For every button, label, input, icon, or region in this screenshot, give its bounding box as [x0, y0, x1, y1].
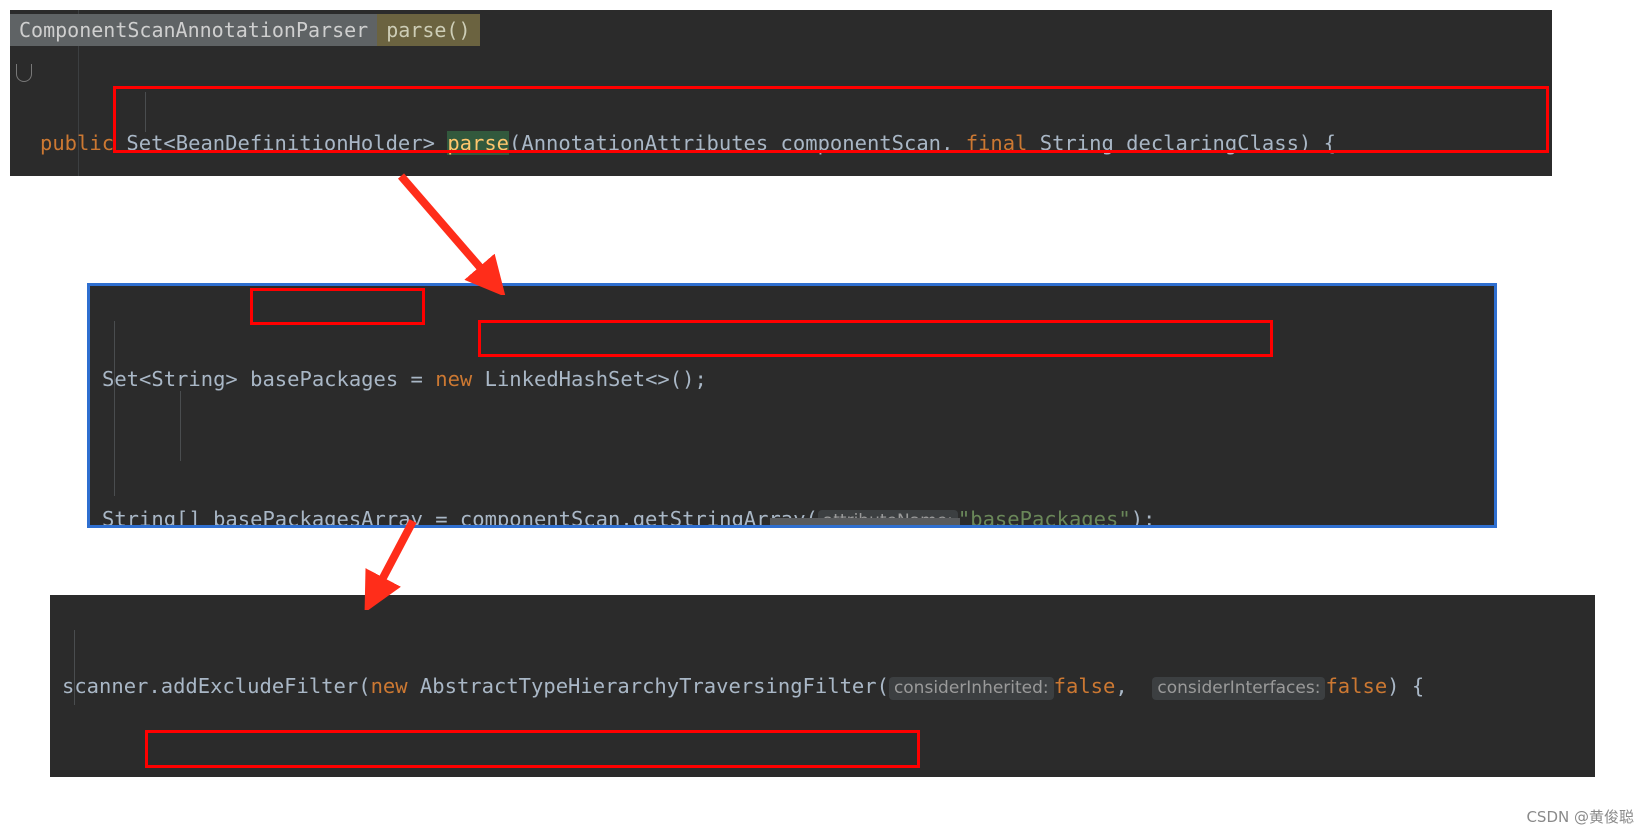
- keyword-false: false: [1325, 674, 1388, 698]
- code-text: (AnnotationAttributes componentScan,: [509, 131, 966, 155]
- breadcrumb: ComponentScanAnnotationParser parse(): [10, 14, 480, 46]
- arrow-line: [397, 173, 506, 295]
- keyword-new: new: [435, 367, 473, 391]
- screenshot-root: public Set<BeanDefinitionHolder> parse(A…: [0, 0, 1644, 831]
- code-lines-top: public Set<BeanDefinitionHolder> parse(A…: [10, 56, 1442, 176]
- annotation-arrow-top: [397, 173, 506, 295]
- code-line: public Set<BeanDefinitionHolder> parse(A…: [10, 126, 1442, 161]
- parameter-hint-badge-considerinterfaces: considerInterfaces:: [1152, 677, 1326, 700]
- code-text: );: [1130, 507, 1156, 528]
- code-lines-bottom: scanner.addExcludeFilter(new AbstractTyp…: [50, 599, 1424, 777]
- code-line: Set<String> basePackages = new LinkedHas…: [90, 362, 1351, 397]
- code-text: ,: [1115, 674, 1153, 698]
- arrow-line: [364, 519, 417, 610]
- keyword-new: new: [370, 674, 408, 698]
- horizontal-scrollbar[interactable]: [770, 518, 960, 525]
- code-text: AbstractTypeHierarchyTraversingFilter(: [407, 674, 889, 698]
- code-lines-middle: Set<String> basePackages = new LinkedHas…: [90, 292, 1351, 528]
- breadcrumb-method[interactable]: parse(): [377, 14, 480, 46]
- code-fold-icon[interactable]: [16, 64, 32, 82]
- parameter-hint-badge-considerinherited: considerInherited:: [888, 677, 1054, 700]
- code-text: ) {: [1387, 674, 1425, 698]
- code-text: String[] basePackagesArray = componentSc…: [102, 507, 818, 528]
- keyword-public: public: [40, 131, 115, 155]
- code-text: scanner.addExcludeFilter(: [62, 674, 371, 698]
- code-text: Set<BeanDefinitionHolder>: [114, 131, 448, 155]
- string-literal: "basePackages": [957, 507, 1131, 528]
- breadcrumb-class[interactable]: ComponentScanAnnotationParser: [10, 14, 378, 46]
- code-text: String declaringClass) {: [1027, 131, 1336, 155]
- code-panel-bottom[interactable]: scanner.addExcludeFilter(new AbstractTyp…: [50, 595, 1595, 777]
- method-name-parse: parse: [447, 131, 510, 155]
- code-text: Set<String> basePackages =: [102, 367, 436, 391]
- keyword-false: false: [1053, 674, 1116, 698]
- code-text: LinkedHashSet<>();: [472, 367, 707, 391]
- code-line: scanner.addExcludeFilter(new AbstractTyp…: [50, 669, 1424, 704]
- code-line: String[] basePackagesArray = componentSc…: [90, 502, 1351, 528]
- watermark: CSDN @黄俊聪: [1526, 808, 1634, 826]
- keyword-final: final: [965, 131, 1028, 155]
- code-panel-middle[interactable]: Set<String> basePackages = new LinkedHas…: [87, 283, 1497, 528]
